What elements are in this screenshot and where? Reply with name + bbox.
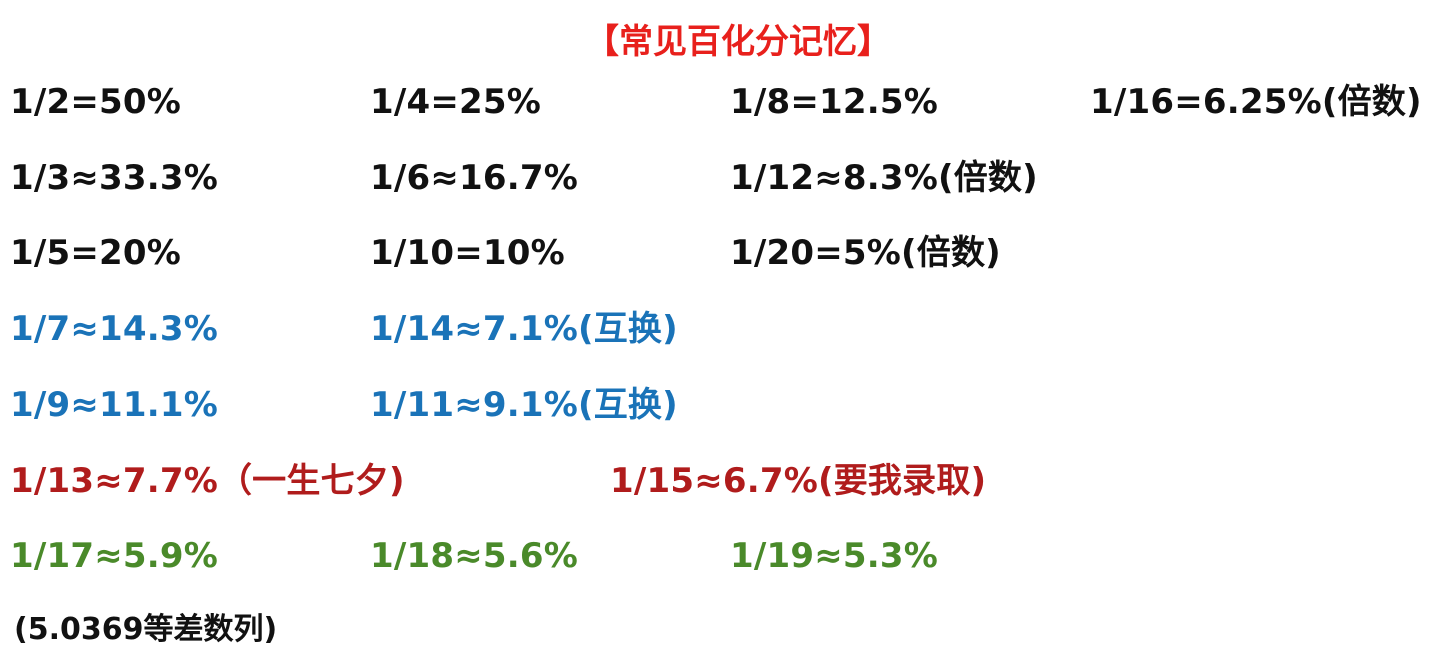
fraction-1-11: 1/11≈9.1%(互换): [370, 385, 678, 425]
fraction-1-7: 1/7≈14.3%: [10, 309, 218, 349]
fraction-1-2: 1/2=50%: [10, 82, 182, 122]
fraction-1-8: 1/8=12.5%: [730, 82, 938, 122]
fraction-row-high-denominators: 1/17≈5.9% 1/18≈5.6% 1/19≈5.3%: [0, 531, 1450, 581]
fraction-1-12: 1/12≈8.3%(倍数): [730, 158, 1038, 198]
fraction-1-20: 1/20=5%(倍数): [730, 233, 1001, 273]
fraction-1-15: 1/15≈6.7%(要我录取): [610, 461, 987, 501]
fraction-1-5: 1/5=20%: [10, 233, 182, 273]
fraction-1-4: 1/4=25%: [370, 82, 542, 122]
fraction-1-16: 1/16=6.25%(倍数): [1090, 82, 1422, 122]
fraction-row-thirds: 1/3≈33.3% 1/6≈16.7% 1/12≈8.3%(倍数): [0, 153, 1450, 203]
fraction-row-thirteenths: 1/13≈7.7%（一生七夕) 1/15≈6.7%(要我录取): [0, 456, 1450, 506]
fraction-1-17: 1/17≈5.9%: [10, 536, 218, 576]
arithmetic-sequence-note: (5.0369等差数列): [14, 612, 278, 647]
fraction-row-halves: 1/2=50% 1/4=25% 1/8=12.5% 1/16=6.25%(倍数): [0, 77, 1450, 127]
fraction-1-6: 1/6≈16.7%: [370, 158, 578, 198]
fraction-row-sevenths: 1/7≈14.3% 1/14≈7.1%(互换): [0, 304, 1450, 354]
fraction-1-18: 1/18≈5.6%: [370, 536, 578, 576]
fraction-row-ninths: 1/9≈11.1% 1/11≈9.1%(互换): [0, 380, 1450, 430]
fraction-1-14: 1/14≈7.1%(互换): [370, 309, 678, 349]
fraction-1-19: 1/19≈5.3%: [730, 536, 938, 576]
fraction-1-3: 1/3≈33.3%: [10, 158, 218, 198]
fraction-1-10: 1/10=10%: [370, 233, 565, 273]
fraction-1-13: 1/13≈7.7%（一生七夕): [10, 461, 405, 501]
fraction-row-fifths: 1/5=20% 1/10=10% 1/20=5%(倍数): [0, 228, 1450, 278]
page-title: 【常见百化分记忆】: [585, 22, 891, 62]
fraction-1-9: 1/9≈11.1%: [10, 385, 218, 425]
